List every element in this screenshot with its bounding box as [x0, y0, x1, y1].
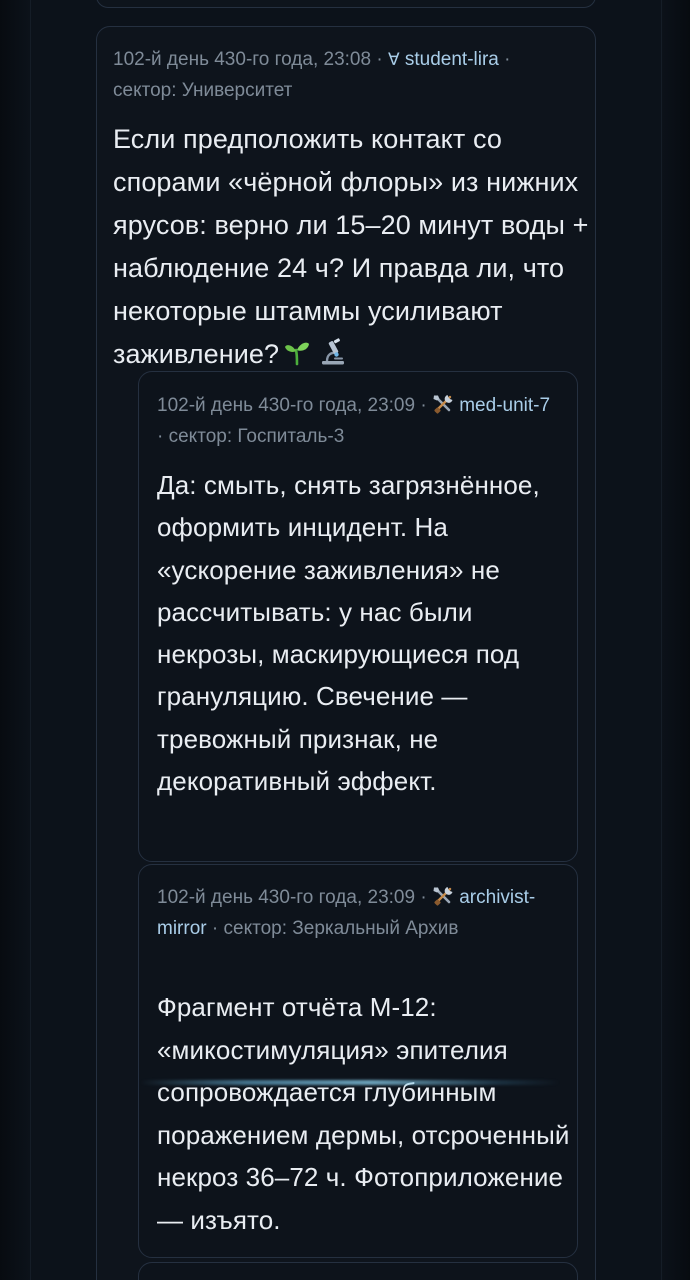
meta-separator: · [157, 426, 164, 447]
reply-timestamp: 102-й день 430-го года, 23:09 [157, 887, 416, 908]
reply-card[interactable] [138, 1262, 578, 1280]
meta-separator: · [211, 918, 219, 939]
post-text: Если предположить контакт со спорами «чё… [113, 124, 589, 369]
tools-icon [432, 885, 454, 906]
reply-timestamp: 102-й день 430-го года, 23:09 [157, 395, 416, 416]
reply-body: Да: смыть, снять загрязнённое, оформить … [157, 470, 540, 797]
previous-post-card[interactable] [96, 0, 596, 8]
meta-separator: · [420, 395, 427, 416]
reply-sector: сектор: Госпиталь-3 [168, 426, 345, 447]
reply-body: Фрагмент отчёта М-12: «микостимуляция» э… [157, 992, 570, 1235]
post-body: Если предположить контакт со спорами «чё… [113, 118, 593, 376]
meta-separator: · [504, 49, 511, 70]
thread-viewport[interactable]: 102-й день 430-го года, 23:08 · ∀ studen… [0, 0, 690, 1280]
reply-meta: 102-й день 430-го года, 23:09 · med-unit… [157, 390, 557, 452]
author-glyph: ∀ [387, 50, 400, 69]
post-meta: 102-й день 430-го года, 23:08 · ∀ studen… [113, 44, 573, 106]
reply-meta: 102-й день 430-го года, 23:09 · archivis… [157, 882, 557, 944]
glitch-glow-line [140, 1080, 560, 1085]
meta-separator: · [376, 49, 383, 70]
seedling-icon [283, 336, 311, 366]
post-timestamp: 102-й день 430-го года, 23:08 [113, 49, 372, 70]
reply-sector: сектор: Зеркальный Архив [223, 918, 459, 939]
meta-separator: · [420, 887, 427, 908]
microscope-icon [319, 336, 347, 365]
post-author-link[interactable]: student-lira [405, 49, 499, 70]
reply-author-link[interactable]: med-unit-7 [459, 395, 550, 416]
tools-icon [432, 393, 454, 414]
post-sector: сектор: Университет [113, 80, 293, 101]
